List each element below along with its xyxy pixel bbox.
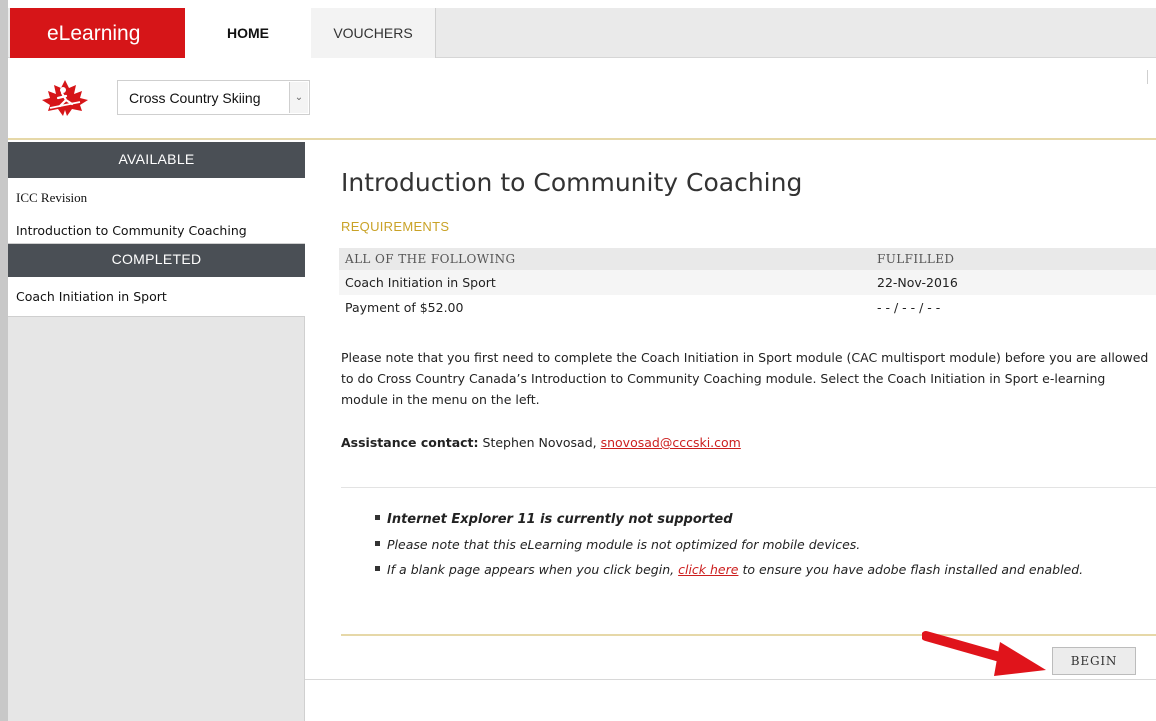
bullet-icon xyxy=(375,515,380,520)
table-row: Payment of $52.00 - - / - - / - - xyxy=(339,295,1156,320)
note-ie11: Internet Explorer 11 is currently not su… xyxy=(387,512,733,527)
sport-selector-bar: Cross Country Skiing ⌄ xyxy=(8,58,1156,140)
sidebar-heading-available: AVAILABLE xyxy=(8,142,305,178)
main-content: Introduction to Community Coaching REQUI… xyxy=(305,142,1156,680)
click-here-link[interactable]: click here xyxy=(678,562,738,577)
header-all-following: ALL OF THE FOLLOWING xyxy=(345,252,516,266)
tab-vouchers[interactable]: VOUCHERS xyxy=(311,8,436,58)
bullet-icon xyxy=(375,566,380,571)
assistance-contact: Assistance contact: Stephen Novosad, sno… xyxy=(341,435,741,450)
row-item: Payment of $52.00 xyxy=(345,300,464,315)
chevron-down-icon[interactable]: ⌄ xyxy=(289,82,308,113)
window-left-edge xyxy=(0,0,8,721)
red-arrow-icon xyxy=(922,631,1046,676)
row-item: Coach Initiation in Sport xyxy=(345,275,496,290)
sidebar-heading-completed: COMPLETED xyxy=(8,244,305,277)
sidebar-item-intro-community-coaching[interactable]: Introduction to Community Coaching xyxy=(16,223,247,238)
sidebar-item-coach-initiation[interactable]: Coach Initiation in Sport xyxy=(16,289,167,304)
contact-name: Stephen Novosad, xyxy=(482,435,597,450)
contact-email-link[interactable]: snovosad@cccski.com xyxy=(601,435,741,450)
list-item: Please note that this eLearning module i… xyxy=(375,537,860,552)
sidebar-item-icc-revision[interactable]: ICC Revision xyxy=(16,190,87,206)
begin-button[interactable]: BEGIN xyxy=(1052,647,1136,675)
note-flash-after: to ensure you have adobe flash installed… xyxy=(742,562,1084,577)
header-fulfilled: FULFILLED xyxy=(877,252,955,266)
sport-dropdown[interactable]: Cross Country Skiing ⌄ xyxy=(117,80,310,115)
contact-label: Assistance contact: xyxy=(341,435,479,450)
maple-leaf-skier-logo xyxy=(42,80,88,116)
bullet-icon xyxy=(375,541,380,546)
list-item: If a blank page appears when you click b… xyxy=(375,562,1083,577)
page-title: Introduction to Community Coaching xyxy=(341,168,803,197)
sport-dropdown-value: Cross Country Skiing xyxy=(129,90,261,106)
top-navigation: eLearning HOME VOUCHERS xyxy=(8,8,1156,58)
requirements-label: REQUIREMENTS xyxy=(341,219,450,234)
prerequisite-note: Please note that you first need to compl… xyxy=(341,350,1149,407)
note-mobile: Please note that this eLearning module i… xyxy=(387,537,861,552)
divider-tick xyxy=(1147,70,1148,84)
available-list: ICC Revision Introduction to Community C… xyxy=(8,178,305,244)
table-header: ALL OF THE FOLLOWING FULFILLED xyxy=(339,248,1156,270)
brand-elearning[interactable]: eLearning xyxy=(10,8,185,58)
note-flash-before: If a blank page appears when you click b… xyxy=(387,562,675,577)
table-row: Coach Initiation in Sport 22-Nov-2016 xyxy=(339,270,1156,295)
completed-list: Coach Initiation in Sport xyxy=(8,277,305,317)
row-fulfilled: 22-Nov-2016 xyxy=(877,275,958,290)
divider xyxy=(341,487,1156,488)
sidebar: AVAILABLE ICC Revision Introduction to C… xyxy=(8,142,305,721)
tab-home[interactable]: HOME xyxy=(185,8,311,58)
list-item: Internet Explorer 11 is currently not su… xyxy=(375,512,733,527)
row-fulfilled: - - / - - / - - xyxy=(877,300,941,315)
